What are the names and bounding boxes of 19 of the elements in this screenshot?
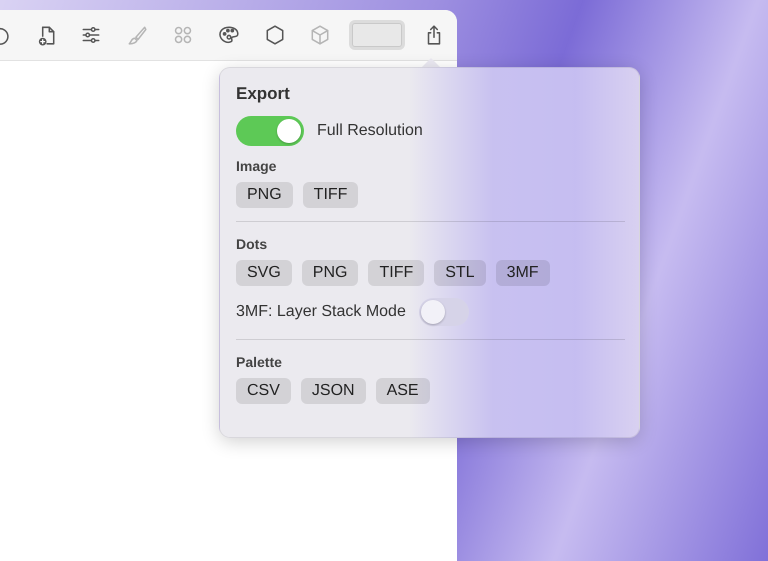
format-button[interactable]: JSON	[300, 378, 366, 404]
format-button[interactable]: ASE	[376, 378, 430, 404]
section-heading: Dots	[236, 236, 268, 252]
format-button[interactable]: TIFF	[302, 182, 358, 208]
section-heading: Palette	[236, 354, 283, 370]
popover-title: Export	[236, 84, 291, 104]
toggle-label: 3MF: Layer Stack Mode	[236, 303, 406, 321]
toggle-switch[interactable]	[236, 116, 304, 146]
toggle-switch[interactable]	[418, 298, 469, 326]
color-well[interactable]	[349, 20, 406, 50]
format-button[interactable]: SVG	[236, 260, 292, 286]
format-button[interactable]: 3MF	[496, 260, 550, 286]
format-button[interactable]: STL	[434, 260, 486, 286]
format-button[interactable]: TIFF	[368, 260, 424, 286]
toggle-label: Full Resolution	[317, 122, 423, 140]
format-button[interactable]: PNG	[236, 182, 293, 208]
format-button[interactable]: CSV	[236, 378, 291, 404]
section-heading: Image	[236, 158, 278, 174]
format-button[interactable]: PNG	[302, 260, 358, 286]
